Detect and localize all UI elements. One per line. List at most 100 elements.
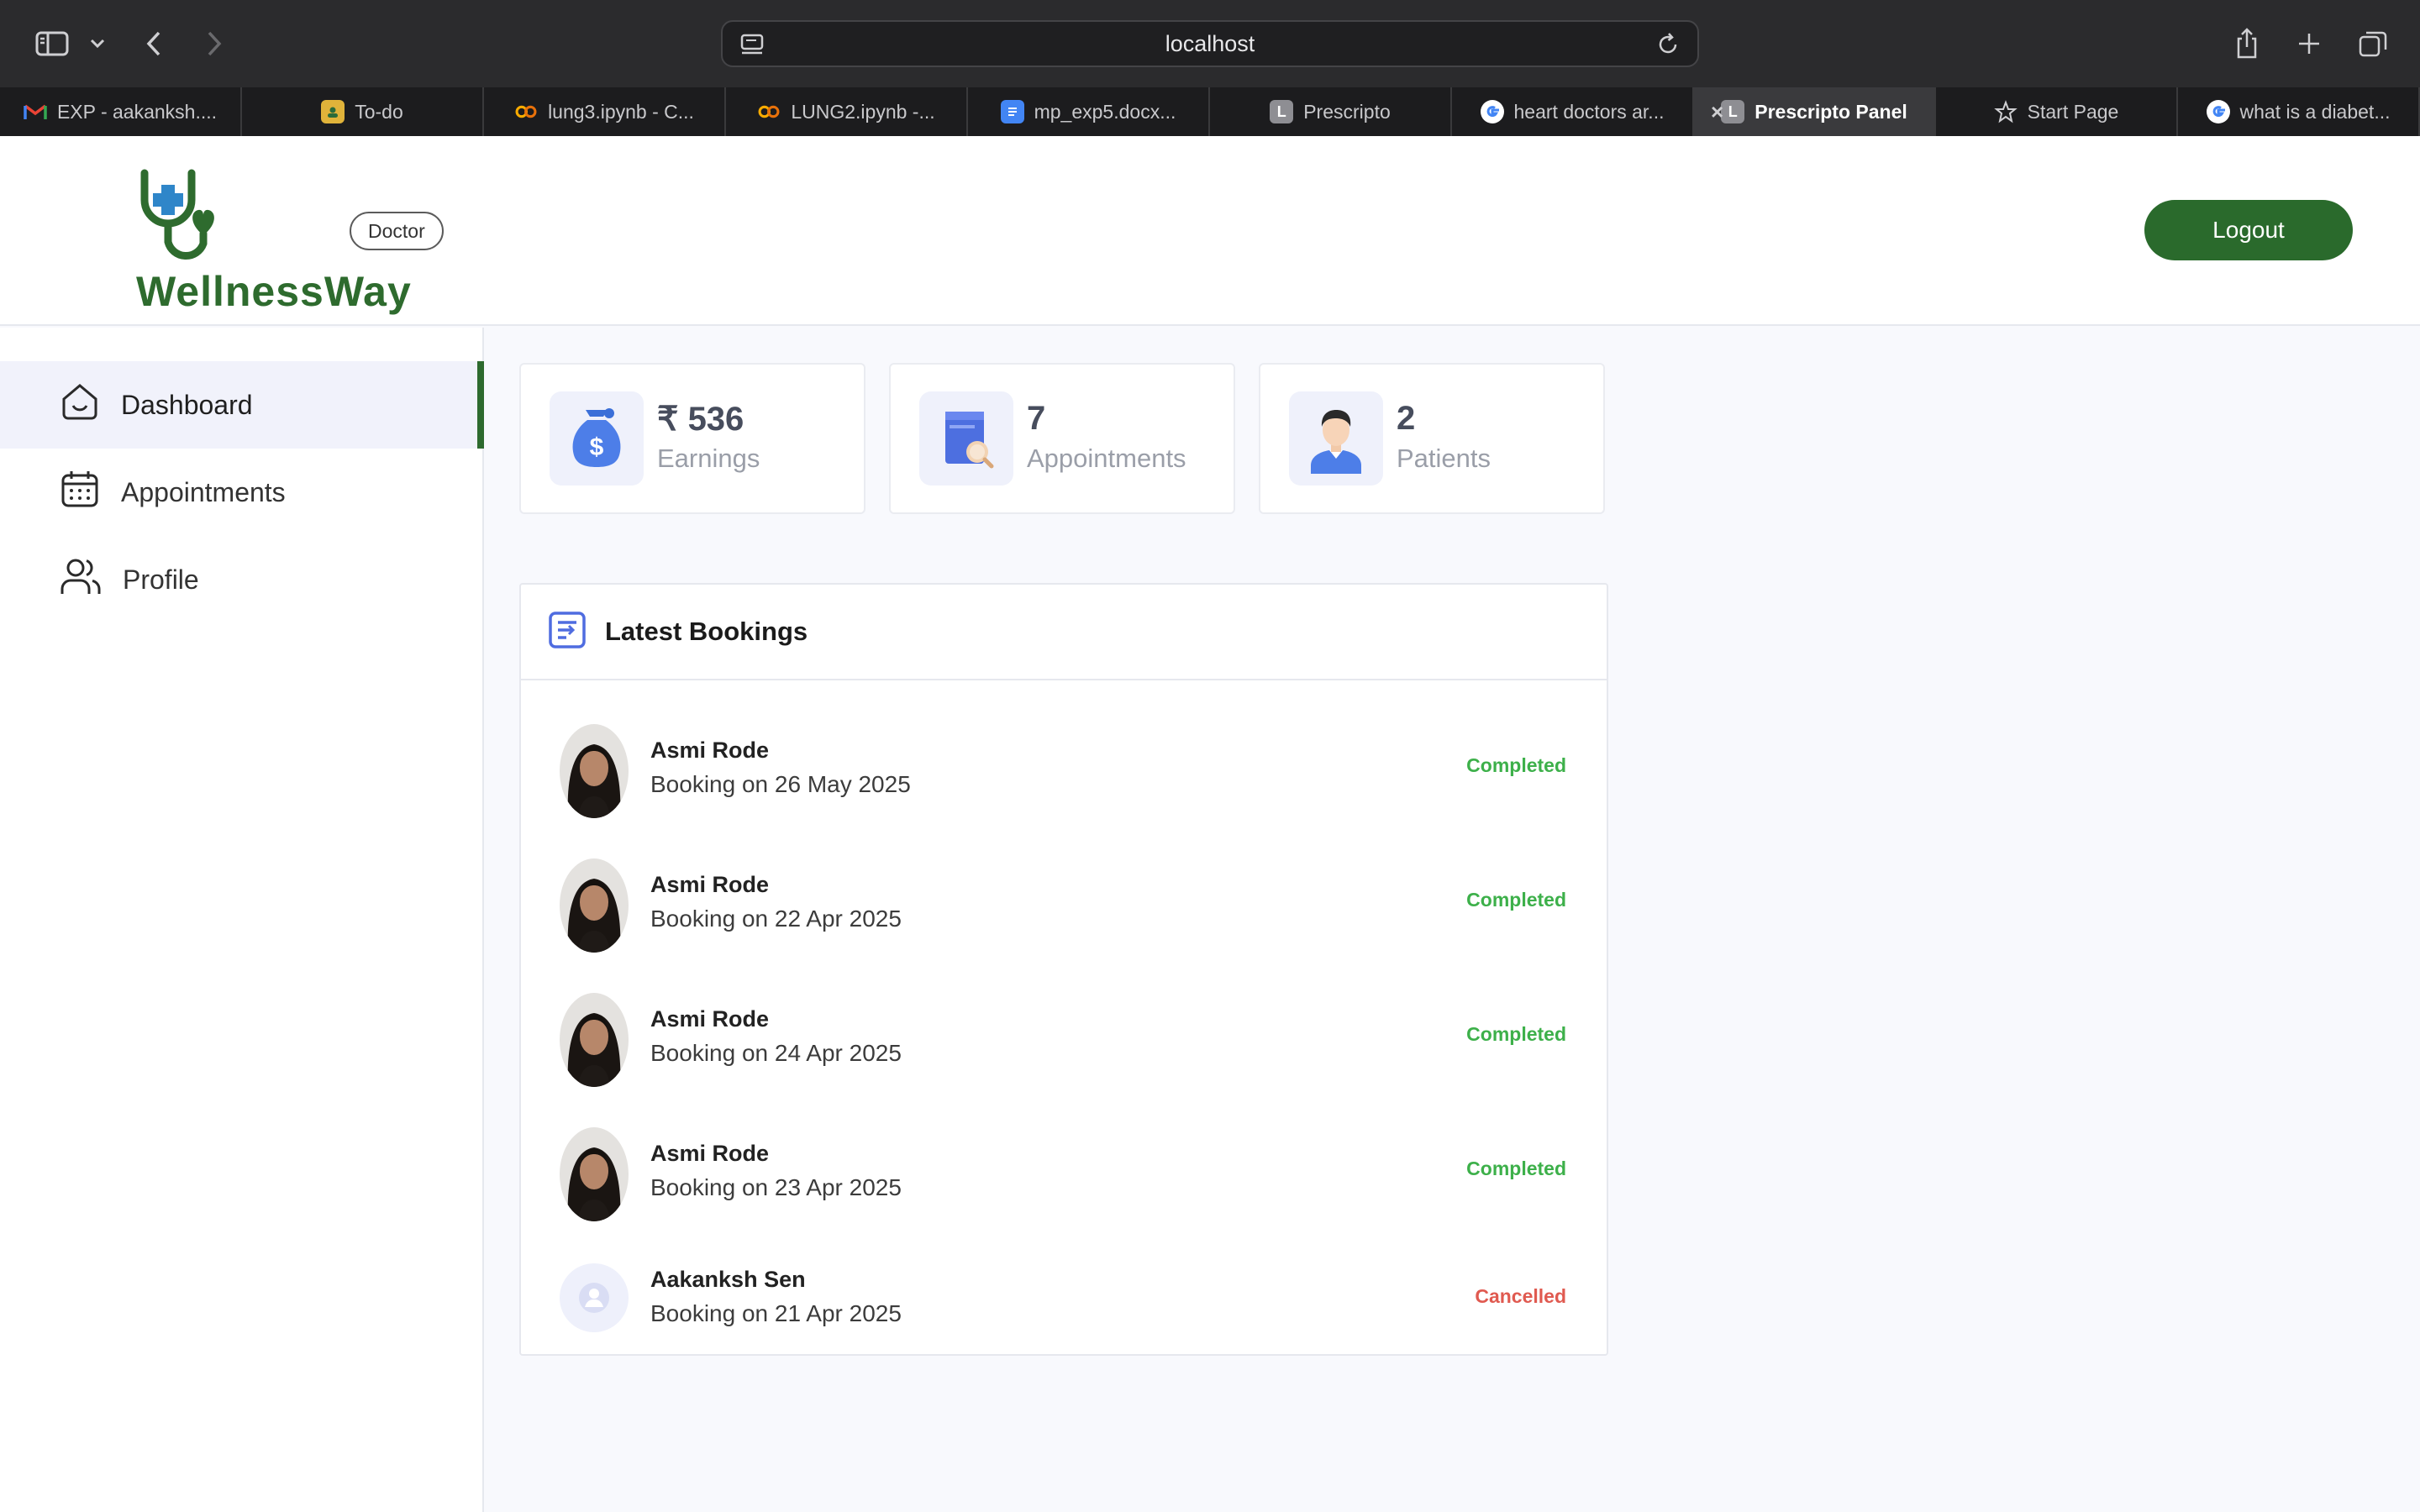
star-icon [1993, 100, 2018, 123]
page-menu-icon[interactable] [739, 32, 765, 63]
booking-date: Booking on 22 Apr 2025 [650, 906, 902, 932]
new-tab-icon[interactable] [2294, 25, 2324, 62]
sidebar-toggle-icon[interactable] [34, 25, 71, 62]
earnings-label: Earnings [657, 444, 760, 473]
tab-label: EXP - aakanksh.... [56, 100, 218, 123]
patients-value: 2 [1397, 400, 1416, 437]
status-badge: Completed [1466, 1023, 1566, 1045]
avatar-placeholder-icon [560, 1263, 629, 1332]
patient-name: Asmi Rode [650, 1141, 770, 1166]
booking-row[interactable]: Asmi Rode Booking on 23 Apr 2025 Complet… [521, 1110, 1607, 1245]
appointments-label: Appointments [1027, 444, 1186, 473]
google-icon [1480, 100, 1504, 123]
booking-row[interactable]: Asmi Rode Booking on 22 Apr 2025 Complet… [521, 842, 1607, 976]
logout-button[interactable]: Logout [2144, 200, 2353, 260]
tab-label: Prescripto Panel [1754, 100, 1907, 123]
avatar [560, 724, 629, 818]
svg-text:$: $ [590, 433, 604, 461]
appointment-book-icon [919, 391, 1013, 486]
chevron-down-icon[interactable] [87, 25, 108, 62]
sidebar-item-label: Profile [123, 564, 199, 595]
patient-name: Aakanksh Sen [650, 1267, 806, 1292]
tab-label: mp_exp5.docx... [1034, 100, 1176, 123]
list-icon [548, 611, 587, 654]
tab-todo[interactable]: To-do [242, 87, 484, 136]
app-header: WellnessWay Doctor Logout [0, 136, 2420, 326]
home-icon [59, 381, 101, 429]
address-bar[interactable]: localhost [721, 20, 1699, 67]
money-bag-icon: $ [550, 391, 644, 486]
colab-icon [514, 100, 538, 123]
patients-label: Patients [1397, 444, 1491, 473]
sidebar: Dashboard Appointments Profile [0, 328, 484, 1512]
tab-overview-icon[interactable] [2356, 25, 2390, 62]
stat-card-appointments[interactable]: 7 Appointments [889, 363, 1235, 514]
booking-row[interactable]: Asmi Rode Booking on 26 May 2025 Complet… [521, 707, 1607, 842]
tab-bar: EXP - aakanksh.... To-do lung3.ipynb - C… [0, 87, 2420, 136]
sidebar-item-appointments[interactable]: Appointments [0, 449, 484, 536]
wellnessway-logo[interactable]: WellnessWay [67, 151, 411, 315]
status-badge: Completed [1466, 1158, 1566, 1179]
forward-icon[interactable] [202, 25, 227, 62]
back-icon[interactable] [141, 25, 166, 62]
booking-row[interactable]: Aakanksh Sen Booking on 21 Apr 2025 Canc… [521, 1240, 1607, 1349]
booking-date: Booking on 26 May 2025 [650, 771, 911, 797]
booking-date: Booking on 24 Apr 2025 [650, 1040, 902, 1066]
google-docs-icon [1000, 100, 1024, 123]
booking-row[interactable]: Asmi Rode Booking on 24 Apr 2025 Complet… [521, 976, 1607, 1110]
tab-label: heart doctors ar... [1513, 100, 1665, 123]
sidebar-item-label: Dashboard [121, 389, 253, 420]
booking-date: Booking on 21 Apr 2025 [650, 1300, 902, 1326]
close-tab-icon[interactable]: × [1711, 99, 1723, 125]
tab-google-heart[interactable]: heart doctors ar... [1452, 87, 1694, 136]
tab-prescripto-panel[interactable]: × L Prescripto Panel [1694, 87, 1936, 136]
latest-bookings-title: Latest Bookings [605, 617, 808, 646]
role-badge: Doctor [350, 212, 444, 250]
status-badge: Cancelled [1475, 1285, 1566, 1307]
tab-google-diabetes[interactable]: what is a diabet... [2178, 87, 2420, 136]
tab-gmail[interactable]: EXP - aakanksh.... [0, 87, 242, 136]
booking-date: Booking on 23 Apr 2025 [650, 1174, 902, 1200]
earnings-value: ₹ 536 [657, 401, 744, 438]
patient-name: Asmi Rode [650, 1006, 770, 1032]
patient-icon [1289, 391, 1383, 486]
status-badge: Completed [1466, 754, 1566, 776]
tab-label: what is a diabet... [2239, 100, 2391, 123]
google-icon [2206, 100, 2230, 123]
avatar [560, 858, 629, 953]
latest-bookings-panel: Latest Bookings Asmi Rode Booking on 26 … [519, 583, 1608, 1356]
tab-label: Prescripto [1303, 100, 1391, 123]
colab-icon [757, 100, 781, 123]
avatar [560, 993, 629, 1087]
tab-label: Start Page [2027, 100, 2119, 123]
users-icon [59, 555, 103, 604]
tab-prescripto[interactable]: L Prescripto [1210, 87, 1452, 136]
tab-colab-lung2[interactable]: LUNG2.ipynb -... [726, 87, 968, 136]
contact-card-icon [321, 100, 345, 123]
tab-label: lung3.ipynb - C... [548, 100, 694, 123]
patient-name: Asmi Rode [650, 872, 770, 897]
gmail-icon [24, 100, 47, 123]
letter-l-icon: L [1270, 100, 1294, 123]
calendar-icon [59, 468, 101, 517]
tab-label: To-do [355, 100, 403, 123]
stat-card-patients[interactable]: 2 Patients [1259, 363, 1605, 514]
share-icon[interactable] [2232, 25, 2262, 62]
appointments-value: 7 [1027, 400, 1046, 437]
tab-colab-lung3[interactable]: lung3.ipynb - C... [484, 87, 726, 136]
browser-toolbar: localhost [0, 0, 2420, 87]
avatar [560, 1127, 629, 1221]
tab-docs[interactable]: mp_exp5.docx... [968, 87, 1210, 136]
logo-text: WellnessWay [136, 268, 412, 315]
stethoscope-heart-icon [140, 169, 214, 260]
letter-l-icon: L [1721, 100, 1745, 123]
stat-card-earnings[interactable]: $ ₹ 536 Earnings [519, 363, 865, 514]
reload-icon[interactable] [1655, 32, 1681, 63]
sidebar-item-profile[interactable]: Profile [0, 536, 484, 623]
tab-start-page[interactable]: Start Page [1936, 87, 2178, 136]
url-text[interactable]: localhost [1165, 31, 1255, 57]
sidebar-item-label: Appointments [121, 476, 286, 507]
sidebar-item-dashboard[interactable]: Dashboard [0, 361, 484, 449]
latest-bookings-header: Latest Bookings [521, 585, 1607, 680]
status-badge: Completed [1466, 889, 1566, 911]
